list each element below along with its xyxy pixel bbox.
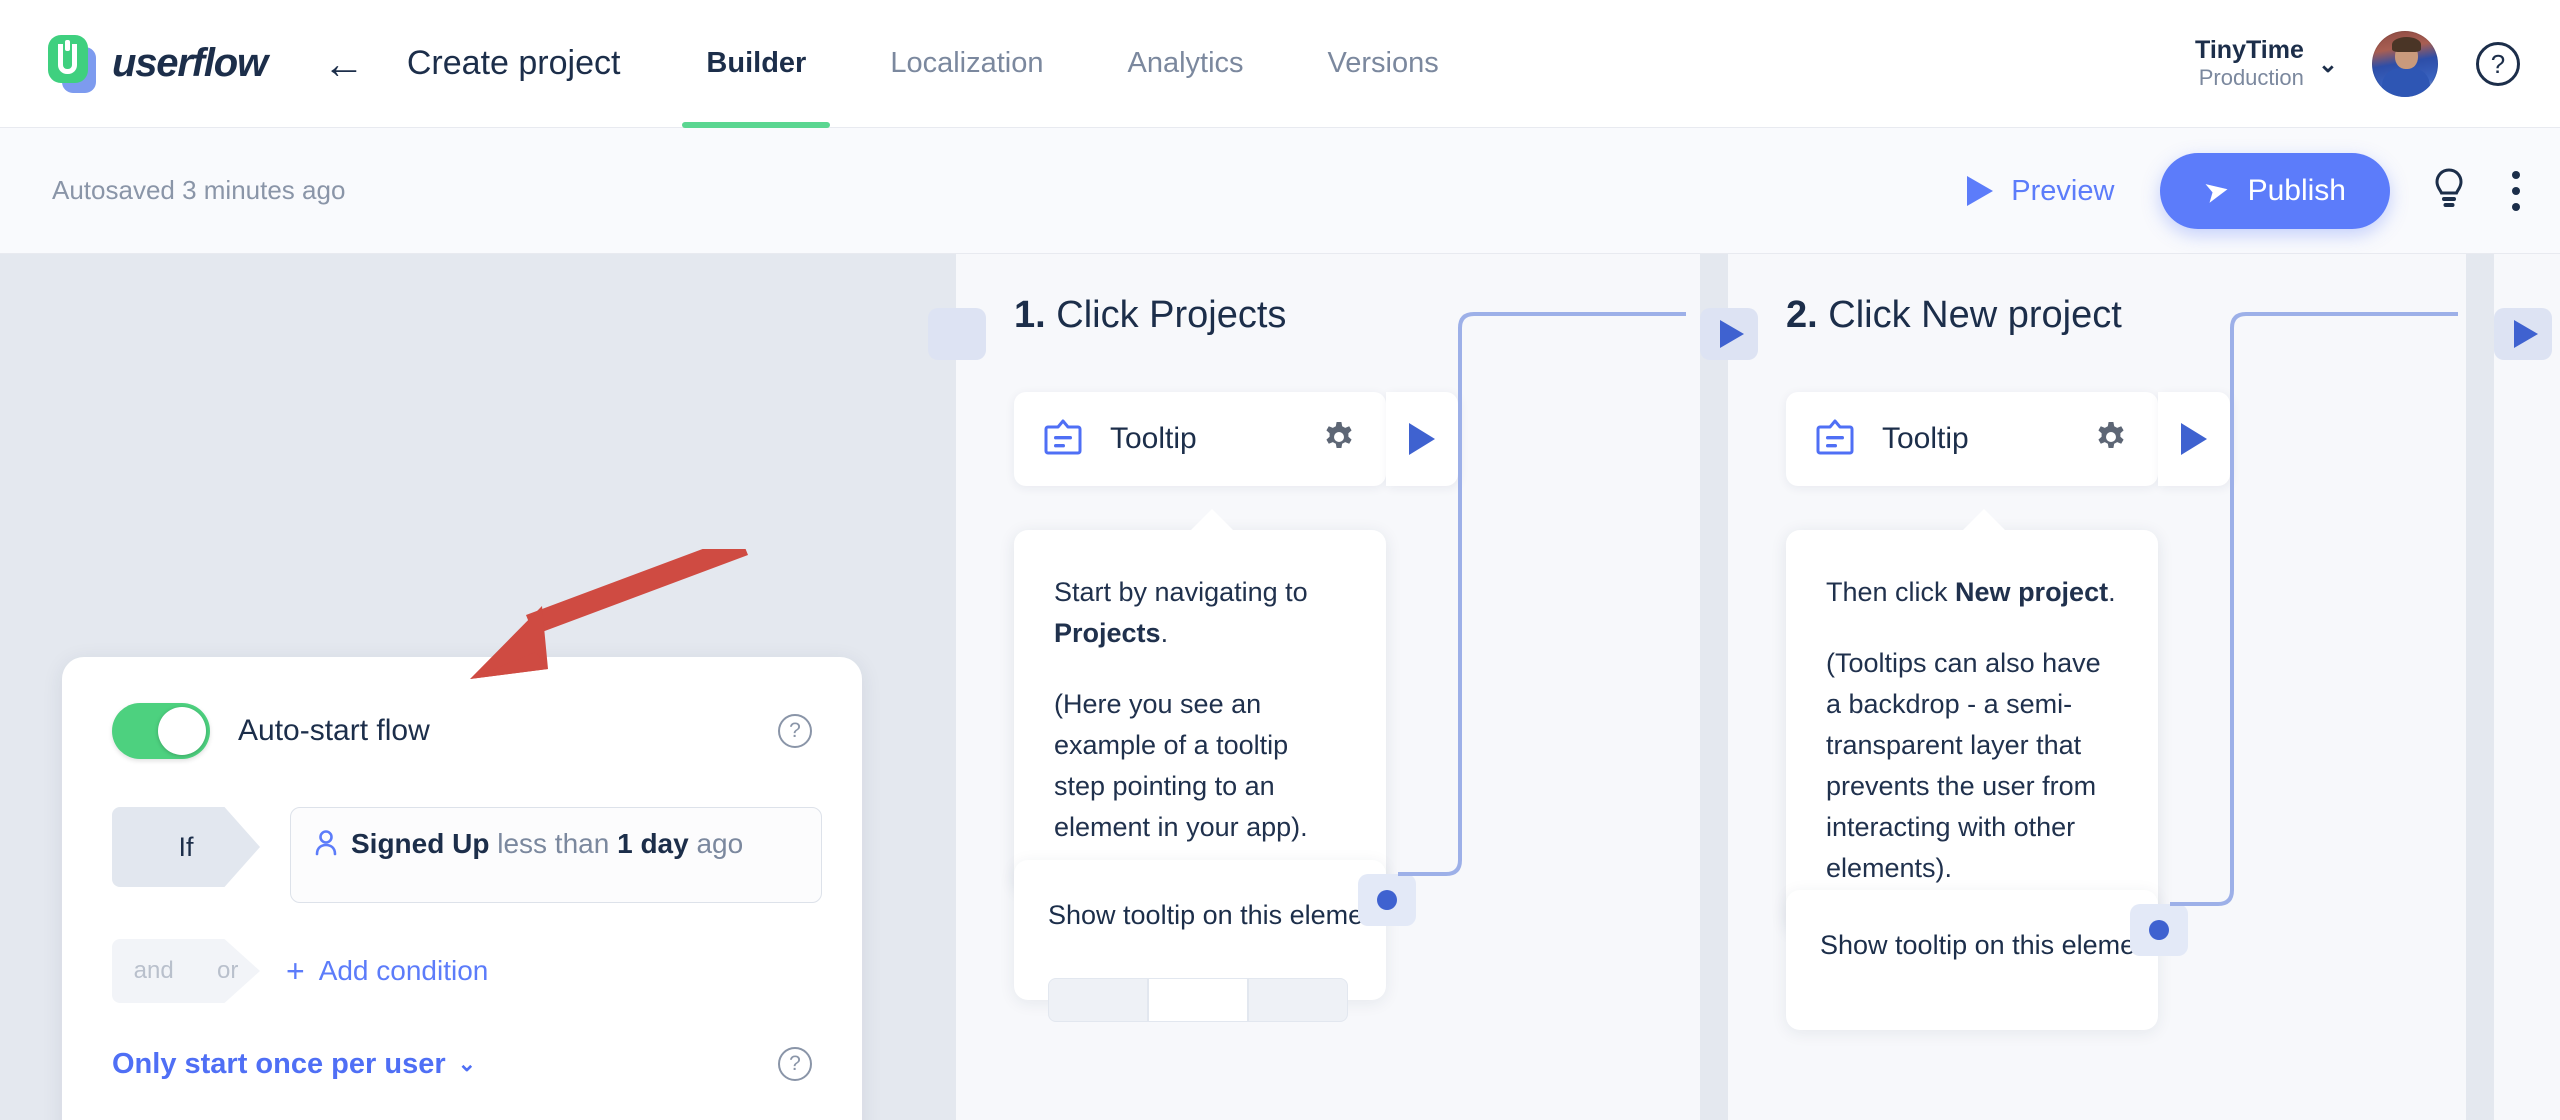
step-2-to-next-connector (2170, 312, 2458, 906)
avatar[interactable] (2372, 31, 2438, 97)
step-1-number: 1. (1014, 294, 1046, 336)
and-option[interactable]: and (134, 957, 174, 985)
arrow-right-icon (1720, 320, 1744, 348)
help-icon-frequency[interactable]: ? (778, 1047, 812, 1081)
frequency-label: Only start once per user (112, 1047, 446, 1080)
step-2-tooltip-preview: Then click New project. (Tooltips can al… (1786, 508, 2158, 932)
step-3-badge (2494, 308, 2552, 360)
app-root: userflow ← Create project Builder Locali… (0, 0, 2560, 1120)
step-2-number: 2. (1786, 294, 1818, 336)
logo-wordmark: userflow (112, 41, 268, 85)
userflow-logo[interactable]: userflow (46, 33, 268, 95)
step-2-name: Click New project (1828, 294, 2122, 336)
condition-box[interactable]: Signed Up less than 1 day ago (290, 807, 822, 903)
tab-localization[interactable]: Localization (866, 0, 1067, 128)
send-icon: ➤ (2201, 172, 2233, 210)
auto-start-toggle[interactable] (112, 703, 210, 759)
step-1-name: Click Projects (1056, 294, 1287, 336)
or-option[interactable]: or (217, 957, 238, 985)
auto-start-label: Auto-start flow (238, 714, 430, 747)
step-1-type-label: Tooltip (1110, 422, 1197, 455)
segment-middle[interactable] (1148, 978, 1248, 1022)
publish-label: Publish (2247, 174, 2346, 207)
step-1-tooltip-preview: Start by navigating to Projects. (Here y… (1014, 508, 1386, 891)
add-condition-label: Add condition (318, 955, 489, 986)
back-arrow-icon[interactable]: ← (323, 42, 365, 85)
column-divider-1 (928, 254, 956, 1120)
lightbulb-icon[interactable] (2434, 167, 2464, 215)
org-name: TinyTime (2195, 36, 2304, 65)
add-condition-button[interactable]: + Add condition (286, 953, 488, 990)
org-environment: Production (2198, 65, 2304, 91)
toolbar-actions: Preview ➤ Publish (1967, 128, 2520, 254)
segment-left[interactable] (1048, 978, 1148, 1022)
userflow-logo-icon (46, 33, 104, 95)
gear-icon[interactable] (2094, 420, 2128, 459)
flow-canvas: Auto-start flow ? If Signed Up less than… (0, 254, 2560, 1120)
tooltip-icon (1814, 416, 1856, 463)
condition-value: 1 day (617, 828, 689, 859)
org-switcher[interactable]: TinyTime Production (2195, 36, 2304, 91)
auto-start-flow-card: Auto-start flow ? If Signed Up less than… (62, 657, 862, 1120)
step-column-2: 2. Click New project Tooltip Then click … (1700, 254, 2500, 1120)
step-1-badge (928, 308, 986, 360)
help-icon[interactable]: ? (2476, 42, 2520, 86)
condition-attribute: Signed Up (351, 828, 490, 859)
chevron-down-icon[interactable]: ⌄ (2318, 50, 2338, 79)
add-condition-row: and or + Add condition (112, 939, 862, 1003)
step-1-element-label: Show tooltip on this element (1048, 900, 1386, 930)
plus-icon: + (286, 952, 305, 989)
step-2-type-label: Tooltip (1882, 422, 1969, 455)
arrow-right-icon (2514, 320, 2538, 348)
step-2-title: 2. Click New project (1786, 294, 2122, 337)
tab-analytics[interactable]: Analytics (1103, 0, 1267, 128)
step-1-to-2-connector (1398, 312, 1686, 876)
tooltip-icon (1042, 416, 1084, 463)
person-icon (313, 828, 339, 868)
nav-right-cluster: TinyTime Production ⌄ ? (2195, 0, 2520, 128)
and-or-chip: and or (112, 939, 260, 1003)
frequency-row: Only start once per user ⌄ ? (112, 1047, 862, 1081)
condition-operator: less than (497, 828, 610, 859)
step-1-alignment-segmented-control[interactable] (1048, 978, 1348, 1022)
condition-suffix: ago (696, 828, 744, 859)
chevron-down-icon-frequency: ⌄ (457, 1051, 477, 1076)
top-navigation-bar: userflow ← Create project Builder Locali… (0, 0, 2560, 128)
step-1-element-card[interactable]: Show tooltip on this element (1014, 860, 1416, 1022)
help-icon-auto-start[interactable]: ? (778, 714, 812, 748)
nav-tabs: Builder Localization Analytics Versions (682, 0, 1498, 128)
step-2-type-card[interactable]: Tooltip (1786, 392, 2158, 486)
condition-row: If Signed Up less than 1 day ago (112, 807, 862, 903)
step-column-1: 1. Click Projects Tooltip Start by navig… (928, 254, 1728, 1120)
autosave-status: Autosaved 3 minutes ago (52, 175, 346, 205)
preview-label: Preview (2011, 174, 2115, 207)
page-title: Create project (406, 44, 621, 82)
gear-icon[interactable] (1322, 420, 1356, 459)
step-2-tooltip-paragraph-2: (Tooltips can also have a backdrop - a s… (1826, 648, 2101, 884)
if-chip[interactable]: If (112, 807, 260, 887)
frequency-dropdown[interactable]: Only start once per user ⌄ (112, 1048, 476, 1081)
preview-button[interactable]: Preview (1967, 175, 2114, 208)
tab-versions[interactable]: Versions (1304, 0, 1463, 128)
step-2-badge (1700, 308, 1758, 360)
publish-button[interactable]: ➤ Publish (2160, 153, 2390, 229)
step-2-element-label: Show tooltip on this element (1820, 930, 2158, 960)
segment-right[interactable] (1248, 978, 1348, 1022)
play-icon (1967, 176, 1994, 206)
step-1-type-card[interactable]: Tooltip (1014, 392, 1386, 486)
step-2-element-card[interactable]: Show tooltip on this element (1786, 890, 2188, 1030)
auto-start-toggle-row: Auto-start flow ? (62, 657, 862, 759)
editor-toolbar: Autosaved 3 minutes ago Preview ➤ Publis… (0, 128, 2560, 254)
step-1-tooltip-paragraph-2: (Here you see an example of a tooltip st… (1054, 689, 1308, 843)
tab-builder[interactable]: Builder (682, 0, 831, 128)
step-1-tooltip-paragraph-1: Start by navigating to Projects. (1054, 577, 1308, 649)
more-options-icon[interactable] (2512, 167, 2520, 215)
step-2-tooltip-paragraph-1: Then click New project. (1826, 577, 2116, 607)
step-1-title: 1. Click Projects (1014, 294, 1286, 337)
